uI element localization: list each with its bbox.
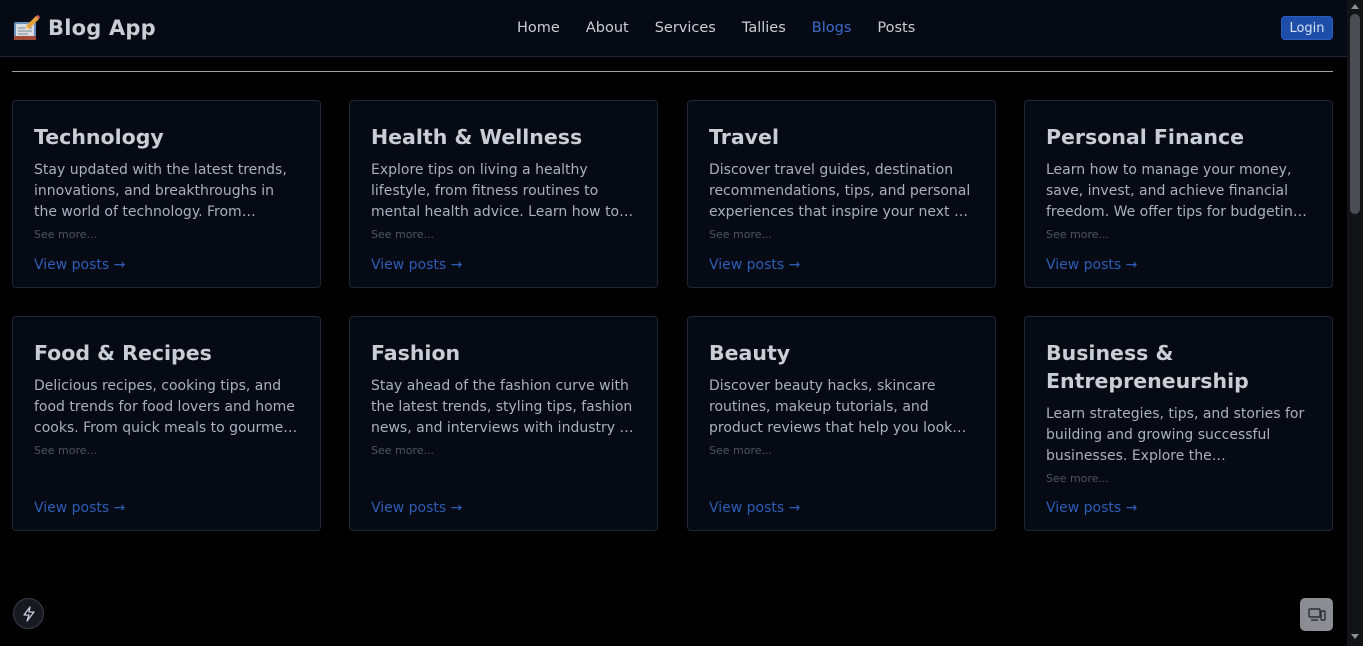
see-more-link[interactable]: See more... xyxy=(371,227,636,243)
category-card-food-recipes: Food & Recipes Delicious recipes, cookin… xyxy=(12,316,321,531)
devices-button[interactable] xyxy=(1300,598,1333,631)
card-description: Discover beauty hacks, skincare routines… xyxy=(709,378,953,436)
category-card-business-entrepreneurship: Business & Entrepreneurship Learn strate… xyxy=(1024,316,1333,531)
nav-tallies[interactable]: Tallies xyxy=(729,20,799,36)
divider xyxy=(12,71,1333,72)
see-more-link[interactable]: See more... xyxy=(34,227,299,243)
lightning-bolt-button[interactable] xyxy=(13,598,44,629)
card-title: Beauty xyxy=(709,341,791,365)
nav-about[interactable]: About xyxy=(573,20,642,36)
notebook-pencil-logo xyxy=(14,15,40,40)
category-card-health-wellness: Health & Wellness Explore tips on living… xyxy=(349,100,658,288)
card-description: Discover travel guides, destination reco… xyxy=(709,162,971,220)
card-title: Technology xyxy=(34,125,164,149)
see-more-link[interactable]: See more... xyxy=(709,227,974,243)
card-title: Health & Wellness xyxy=(371,125,583,149)
view-posts-link[interactable]: View posts → xyxy=(371,500,462,516)
category-card-fashion: Fashion Stay ahead of the fashion curve … xyxy=(349,316,658,531)
nav-blogs[interactable]: Blogs xyxy=(799,20,865,36)
nav-services[interactable]: Services xyxy=(642,20,729,36)
view-posts-link[interactable]: View posts → xyxy=(34,500,125,516)
lightning-bolt-icon xyxy=(22,605,35,622)
card-title: Business & Entrepreneurship xyxy=(1046,341,1249,393)
nav-home[interactable]: Home xyxy=(504,20,573,36)
nav-posts[interactable]: Posts xyxy=(864,20,928,36)
view-posts-link[interactable]: View posts → xyxy=(371,257,462,273)
brand-name: Blog App xyxy=(48,16,156,40)
view-posts-link[interactable]: View posts → xyxy=(709,500,800,516)
scroll-down-icon[interactable] xyxy=(1351,634,1359,639)
see-more-link[interactable]: See more... xyxy=(709,443,974,459)
login-button[interactable]: Login xyxy=(1281,16,1333,40)
category-card-personal-finance: Personal Finance Learn how to manage you… xyxy=(1024,100,1333,288)
card-description: Stay ahead of the fashion curve with the… xyxy=(371,378,634,436)
view-posts-link[interactable]: View posts → xyxy=(709,257,800,273)
card-title: Travel xyxy=(709,125,779,149)
scroll-up-icon[interactable] xyxy=(1351,4,1359,9)
navbar: Blog App Home About Services Tallies Blo… xyxy=(0,0,1347,57)
card-description: Stay updated with the latest trends, inn… xyxy=(34,162,287,220)
page-scrollbar[interactable] xyxy=(1347,0,1363,646)
category-card-travel: Travel Discover travel guides, destinati… xyxy=(687,100,996,288)
card-description: Explore tips on living a healthy lifesty… xyxy=(371,162,620,220)
card-title: Personal Finance xyxy=(1046,125,1245,149)
main-nav: Home About Services Tallies Blogs Posts xyxy=(504,0,928,56)
view-posts-link[interactable]: View posts → xyxy=(34,257,125,273)
card-description: Delicious recipes, cooking tips, and foo… xyxy=(34,378,295,436)
card-description: Learn how to manage your money, save, in… xyxy=(1046,162,1307,220)
scroll-thumb[interactable] xyxy=(1350,14,1360,214)
see-more-link[interactable]: See more... xyxy=(371,443,636,459)
view-posts-link[interactable]: View posts → xyxy=(1046,257,1137,273)
page: Blog App Home About Services Tallies Blo… xyxy=(0,0,1363,646)
card-title: Food & Recipes xyxy=(34,341,212,365)
category-card-technology: Technology Stay updated with the latest … xyxy=(12,100,321,288)
see-more-link[interactable]: See more... xyxy=(1046,227,1311,243)
see-more-link[interactable]: See more... xyxy=(1046,471,1311,487)
see-more-link[interactable]: See more... xyxy=(34,443,299,459)
view-posts-link[interactable]: View posts → xyxy=(1046,500,1137,516)
card-description: Learn strategies, tips, and stories for … xyxy=(1046,406,1305,464)
devices-icon xyxy=(1307,607,1326,621)
card-title: Fashion xyxy=(371,341,461,365)
brand-link[interactable]: Blog App xyxy=(12,14,156,42)
category-card-beauty: Beauty Discover beauty hacks, skincare r… xyxy=(687,316,996,531)
